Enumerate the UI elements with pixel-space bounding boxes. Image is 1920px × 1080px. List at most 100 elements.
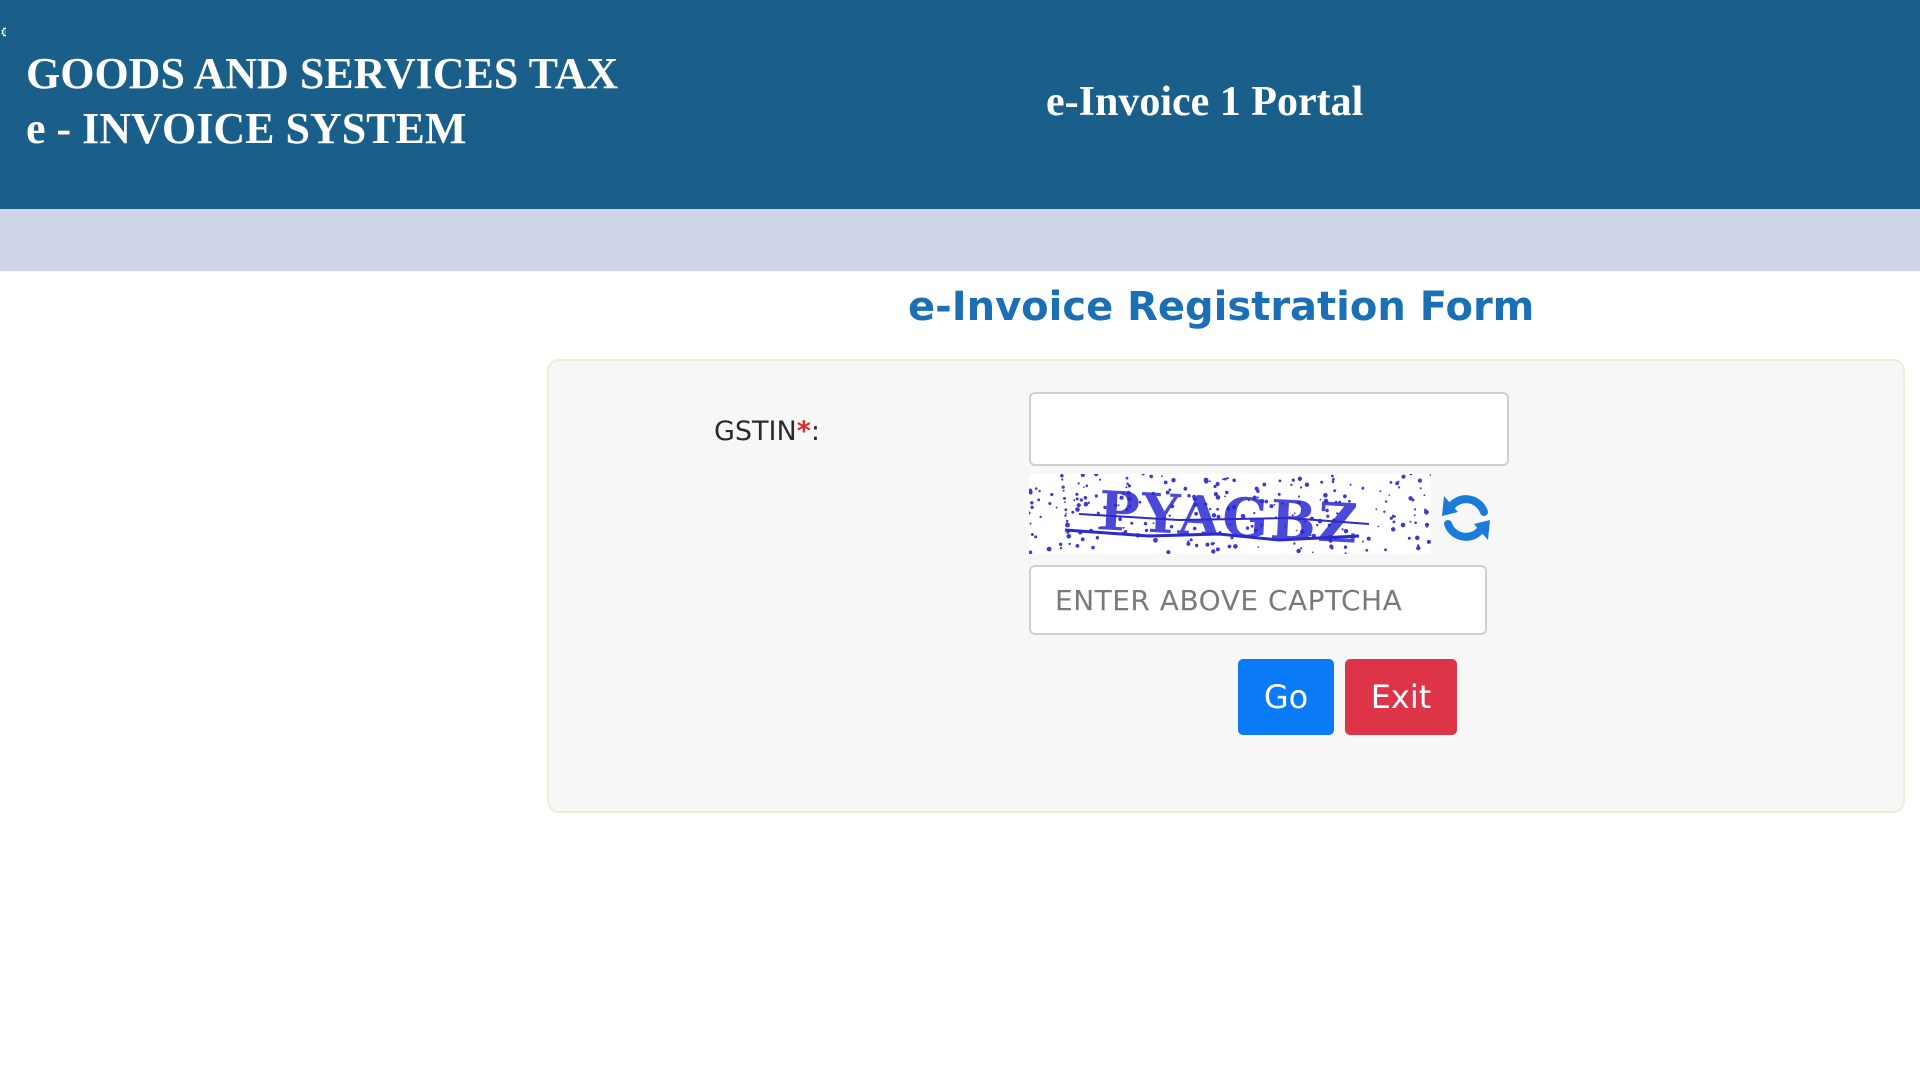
captcha-noise-dot — [1037, 498, 1041, 502]
edge-glyph: ⚙ — [0, 26, 6, 40]
captcha-noise-dot — [1417, 544, 1420, 547]
exit-button[interactable]: Exit — [1345, 659, 1457, 735]
gstin-label-text: GSTIN — [714, 416, 797, 447]
captcha-noise-dot — [1209, 480, 1211, 483]
captcha-noise-dot — [1071, 510, 1075, 514]
captcha-noise-dot — [1392, 520, 1396, 524]
captcha-noise-dot — [1034, 536, 1036, 539]
captcha-noise-dot — [1409, 474, 1413, 476]
captcha-noise-dot — [1375, 508, 1378, 511]
captcha-noise-dot — [1232, 478, 1236, 483]
portal-name: e-Invoice 1 Portal — [1046, 79, 1364, 125]
captcha-noise-dot — [1398, 486, 1401, 489]
captcha-noise-dot — [1414, 508, 1417, 511]
captcha-noise-dot — [1083, 496, 1088, 500]
captcha-noise-dot — [1426, 525, 1429, 528]
captcha-noise-dot — [1065, 519, 1069, 523]
captcha-noise-dot — [1304, 482, 1310, 487]
label-suffix: : — [810, 416, 820, 447]
captcha-input[interactable] — [1029, 565, 1487, 635]
captcha-noise-dot — [1417, 478, 1422, 483]
captcha-noise-dot — [1065, 522, 1070, 528]
captcha-noise-dot — [1079, 498, 1083, 502]
captcha-noise-dot — [1331, 480, 1335, 483]
captcha-noise-dot — [1076, 503, 1081, 508]
captcha-noise-dot — [1094, 474, 1099, 477]
captcha-noise-dot — [1035, 487, 1038, 490]
captcha-noise-dot — [1222, 478, 1225, 481]
captcha-noise-dot — [1073, 499, 1076, 502]
captcha-noise-dot — [1297, 476, 1303, 481]
captcha-noise-dot — [1278, 479, 1282, 483]
captcha-noise-dot — [1083, 501, 1089, 507]
captcha-noise-dot — [1080, 474, 1085, 477]
captcha-noise-dot — [1066, 534, 1072, 539]
required-mark: * — [796, 416, 811, 447]
captcha-noise-dot — [1050, 492, 1054, 497]
captcha-noise-dot — [1030, 533, 1034, 536]
refresh-icon[interactable] — [1438, 490, 1494, 546]
captcha-noise-dot — [1149, 474, 1153, 479]
captcha-noise-dot — [1064, 508, 1068, 512]
captcha-noise: PYAGBZ — [1029, 474, 1431, 554]
captcha-noise-dot — [1029, 550, 1033, 554]
captcha-noise-dot — [1424, 509, 1429, 515]
captcha-noise-dot — [1291, 478, 1295, 482]
go-button[interactable]: Go — [1238, 659, 1334, 735]
captcha-noise-dot — [1384, 548, 1387, 552]
captcha-noise-dot — [1161, 475, 1163, 478]
captcha-noise-dot — [1048, 502, 1052, 505]
captcha-noise-dot — [1061, 478, 1064, 481]
captcha-noise-dot — [1075, 492, 1079, 496]
captcha-noise-dot — [1362, 540, 1364, 543]
captcha-noise-dot — [1030, 505, 1034, 509]
captcha-noise-dot — [1091, 545, 1095, 550]
captcha-noise-dot — [1409, 520, 1412, 523]
captcha-noise-dot — [1407, 536, 1411, 540]
captcha-noise-dot — [1395, 481, 1399, 486]
captcha-noise-dot — [1415, 535, 1420, 541]
captcha-noise-dot — [1029, 511, 1031, 515]
captcha-noise-dot — [1039, 515, 1042, 519]
captcha-noise-dot — [1062, 489, 1065, 492]
captcha-noise-dot — [1065, 512, 1067, 515]
captcha-noise-dot — [1094, 494, 1098, 498]
captcha-noise-dot — [1361, 486, 1365, 490]
captcha-noise-dot — [1203, 477, 1209, 483]
gstin-label: GSTIN*: — [714, 414, 820, 450]
captcha-noise-dot — [1075, 497, 1079, 501]
gstin-input[interactable] — [1029, 392, 1509, 466]
captcha-noise-dot — [1414, 521, 1417, 524]
captcha-noise-dot — [1059, 546, 1063, 550]
captcha-image: PYAGBZ — [1029, 474, 1431, 554]
captcha-noise-dot — [1423, 494, 1426, 497]
captcha-noise-dot — [1320, 480, 1324, 484]
captcha-noise-dot — [1166, 550, 1171, 554]
captcha-noise-dot — [1388, 494, 1391, 496]
captcha-noise-dot — [1389, 516, 1393, 520]
form-title: e-Invoice Registration Form — [908, 284, 1535, 330]
captcha-noise-dot — [1389, 481, 1393, 484]
captcha-text: PYAGBZ — [1097, 478, 1361, 554]
captcha-noise-dot — [1085, 484, 1089, 488]
captcha-noise-dot — [1429, 474, 1431, 476]
captcha-noise-dot — [1046, 546, 1052, 552]
captcha-noise-dot — [1377, 525, 1379, 528]
navigation-bar — [0, 209, 1920, 271]
site-header: ⚙ GOODS AND SERVICES TAX e - INVOICE SYS… — [0, 0, 1920, 209]
captcha-noise-dot — [1400, 522, 1406, 528]
captcha-noise-dot — [1068, 542, 1071, 546]
captcha-noise-dot — [1083, 486, 1085, 488]
captcha-noise-dot — [1087, 501, 1090, 504]
captcha-noise-dot — [1330, 474, 1334, 478]
captcha-noise-dot — [1391, 527, 1396, 532]
captcha-noise-dot — [1290, 483, 1293, 487]
captcha-noise-dot — [1426, 539, 1431, 544]
captcha-noise-dot — [1030, 501, 1034, 505]
captcha-noise-dot — [1029, 522, 1032, 525]
captcha-noise-dot — [1075, 507, 1080, 512]
captcha-noise-dot — [1366, 536, 1371, 541]
captcha-noise-dot — [1383, 510, 1386, 513]
captcha-noise-dot — [1055, 506, 1058, 509]
captcha-noise-dot — [1223, 477, 1227, 481]
